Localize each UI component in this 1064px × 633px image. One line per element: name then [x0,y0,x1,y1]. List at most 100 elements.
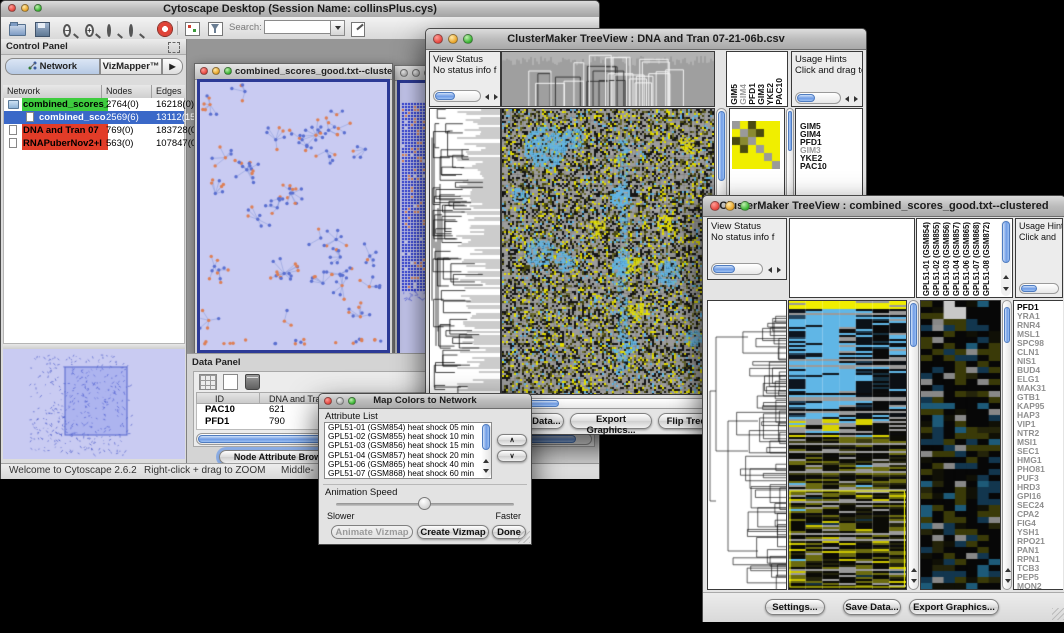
scroll-up-icon[interactable] [1003,565,1012,574]
scrollbar-thumb[interactable] [713,265,735,273]
treeview2-button[interactable]: Save Data... [843,599,901,615]
column-label[interactable]: PAC10 [774,78,782,105]
dialog-titlebar[interactable]: Map Colors to Network [319,394,531,409]
scroll-right-icon[interactable] [851,94,860,103]
zoom-in-icon[interactable]: + [85,20,102,36]
scroll-down-icon[interactable] [481,466,490,475]
row-dendrogram-canvas[interactable] [708,301,786,589]
attribute-item[interactable]: GPL51-06 (GSM865) heat shock 40 min [325,460,491,469]
search-input[interactable] [264,20,332,34]
row-dendrogram-canvas[interactable] [430,109,500,394]
minimize-icon[interactable] [412,69,420,77]
treeview1-titlebar[interactable]: ClusterMaker TreeView : DNA and Tran 07-… [426,29,866,50]
data-col-id[interactable]: ID [215,394,224,404]
network-row[interactable]: combined_sco 2569(6) 13112(15) [4,111,184,124]
close-icon[interactable] [324,397,332,405]
close-icon[interactable] [8,4,16,12]
column-dendrogram-canvas[interactable] [502,52,714,106]
column-labels-vscrollbar[interactable] [1001,220,1011,296]
scrollbar-thumb[interactable] [1021,285,1037,292]
minimize-icon[interactable] [725,201,735,211]
close-icon[interactable] [710,201,720,211]
zoom-vscrollbar[interactable] [1002,300,1012,590]
network-row[interactable]: DNA and Tran 07 769(0) 183728(0) [4,124,184,137]
minimize-icon[interactable] [448,34,458,44]
network-view1-titlebar[interactable]: combined_scores_good.txt--cluste... [195,64,392,80]
move-down-button[interactable]: ∨ [497,450,527,462]
attribute-item[interactable]: GPL51-07 (GSM868) heat shock 60 min [325,469,491,478]
scrollbar-thumb[interactable] [435,92,455,100]
annotation-icon[interactable] [351,20,368,36]
resize-grip[interactable] [1052,608,1064,620]
attribute-item[interactable]: GPL51-04 (GSM857) heat shock 20 min [325,451,491,460]
minimize-icon[interactable] [336,397,344,405]
close-icon[interactable] [400,69,408,77]
attribute-item[interactable]: GPL51-02 (GSM855) heat shock 10 min [325,432,491,441]
cytoscape-titlebar[interactable]: Cytoscape Desktop (Session Name: collins… [1,1,599,18]
zoom-selected-icon[interactable] [107,20,124,36]
scroll-down-icon[interactable] [1001,284,1010,293]
scroll-up-icon[interactable] [1001,272,1010,281]
gene-name[interactable]: MON2 [1017,582,1063,589]
minimize-icon[interactable] [212,67,220,75]
scroll-right-icon[interactable] [774,265,783,274]
zoom-icon[interactable] [34,4,42,12]
scrollbar-thumb[interactable] [797,94,815,102]
scrollbar-thumb[interactable] [1004,307,1010,343]
column-label[interactable]: GPL51-02 (GSM855) [932,222,940,296]
scrollbar-thumb[interactable] [788,111,792,151]
tab-vizmapper[interactable]: VizMapper™ [100,58,162,75]
network-row[interactable]: RNAPuberNov2+I 563(0) 107847(0) [4,137,184,150]
close-icon[interactable] [200,67,208,75]
close-icon[interactable] [433,34,443,44]
view-status-hscrollbar[interactable] [711,263,763,275]
animate-vizmap-button[interactable]: Animate Vizmap [331,525,413,539]
scroll-up-icon[interactable] [481,456,490,465]
open-file-icon[interactable] [9,20,26,36]
zoom-heatmap-canvas[interactable] [732,121,780,169]
move-up-button[interactable]: ∧ [497,434,527,446]
attribute-item[interactable]: GPL51-03 (GSM856) heat shock 15 min [325,441,491,450]
create-vizmap-button[interactable]: Create Vizmap [417,525,489,539]
birdseye-icon[interactable] [185,20,202,36]
column-label[interactable]: GPL51-03 (GSM856) [942,222,950,296]
scrollbar-thumb[interactable] [482,424,490,450]
scrollbar-thumb[interactable] [910,303,917,347]
attribute-item[interactable]: GPL51-01 (GSM854) heat shock 05 min [325,423,491,432]
view-status-hscrollbar[interactable] [433,90,481,102]
col-nodes[interactable]: Nodes [102,85,152,98]
col-edges[interactable]: Edges [152,85,185,98]
scroll-left-icon[interactable] [482,92,491,101]
resize-grip[interactable] [518,531,530,543]
scroll-down-icon[interactable] [1003,576,1012,585]
column-label[interactable]: GPL51-08 (GSM872) [982,222,990,296]
zoom-icon[interactable] [463,34,473,44]
minimize-icon[interactable] [21,4,29,12]
search-dropdown-button[interactable] [330,20,345,36]
scroll-left-icon[interactable] [842,94,851,103]
usage-hints-hscrollbar[interactable] [795,92,841,104]
treeview2-titlebar[interactable]: ClusterMaker TreeView : combined_scores_… [703,196,1064,217]
delete-trash-icon[interactable] [245,374,260,390]
column-label[interactable]: GPL51-07 (GSM868) [972,222,980,296]
gene-name[interactable]: PAC10 [800,162,860,170]
scrollbar-thumb[interactable] [1002,221,1010,263]
zoom-icon[interactable] [348,397,356,405]
scroll-right-icon[interactable] [491,92,500,101]
zoom-fit-icon[interactable] [129,20,146,36]
column-label[interactable]: PFD1 [747,83,755,105]
treeview2-button[interactable]: Export Graphics... [909,599,999,615]
zoom-heatmap-canvas[interactable] [921,301,1000,589]
speed-slider-thumb[interactable] [418,497,431,510]
zoom-icon[interactable] [224,67,232,75]
table-grid-icon[interactable] [199,374,217,390]
tab-overflow-button[interactable]: ▶ [162,58,183,75]
new-attribute-icon[interactable] [223,374,238,390]
save-icon[interactable] [34,20,51,36]
column-label[interactable]: GPL51-01 (GSM854) [922,222,930,296]
column-label[interactable]: GIM3 [756,84,764,105]
column-label[interactable]: GIM5 [729,84,737,105]
help-lifering-icon[interactable] [157,20,174,36]
attribute-list-vscrollbar[interactable] [481,423,491,478]
column-label[interactable]: GIM4 [738,84,746,105]
